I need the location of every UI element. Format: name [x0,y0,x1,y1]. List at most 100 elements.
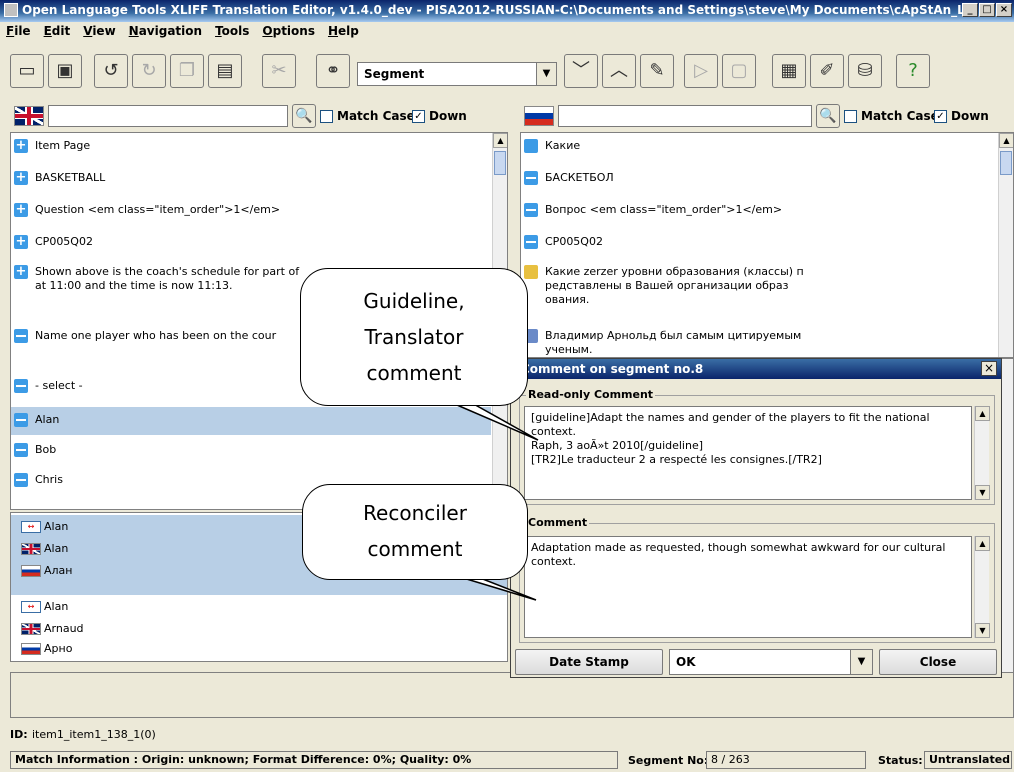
segment-no-label: Segment No: [628,754,709,767]
target-down-checkbox[interactable]: ✓ Down [934,109,989,123]
dialog-close-icon[interactable]: × [981,361,997,376]
search-icon: 🔍 [295,108,313,124]
paste-button[interactable]: ▤ [208,54,242,88]
list-item[interactable]: Владимир Арнольд был самым цитируемым уч… [521,327,991,357]
readonly-comment-label: Read-only Comment [526,388,656,401]
menu-options[interactable]: Options [256,22,322,38]
source-down-checkbox[interactable]: ✓ Down [412,109,467,123]
scroll-up-icon[interactable]: ▲ [999,133,1013,148]
segment-select[interactable]: Segment ▼ [357,62,557,86]
collapse-icon [14,379,28,393]
clear-target-button[interactable]: ▢ [722,54,756,88]
list-item[interactable]: Bob [11,439,491,465]
redo-icon: ↻ [141,60,157,81]
uk-flag-icon [21,623,41,635]
ok-select-value: OK [676,655,696,669]
database-button[interactable]: ⛁ [848,54,882,88]
scroll-thumb[interactable] [1000,151,1012,175]
undo-icon: ↺ [103,60,119,81]
undo-button[interactable]: ↺ [94,54,128,88]
copy-source-button[interactable]: ▷ [684,54,718,88]
menu-view[interactable]: View [77,22,122,38]
menu-file[interactable]: File [0,22,38,38]
table-button[interactable]: ▦ [772,54,806,88]
readonly-comment-text: [guideline]Adapt the names and gender of… [524,406,972,500]
match-info: Match Information : Origin: unknown; For… [10,751,618,769]
list-item[interactable]: + BASKETBALL [11,169,491,195]
scroll-down-icon[interactable]: ▼ [975,485,990,500]
save-button[interactable]: ▣ [48,54,82,88]
menu-navigation[interactable]: Navigation [123,22,209,38]
scroll-up-icon[interactable]: ▲ [493,133,507,148]
cut-button[interactable]: ✂ [262,54,296,88]
segment-no-value: 8 / 263 [706,751,866,769]
open-button[interactable]: ▭ [10,54,44,88]
status-bar: Match Information : Origin: unknown; For… [0,748,1014,772]
readonly-scrollbar[interactable]: ▲ ▼ [974,406,990,500]
ok-select[interactable]: OK ▼ [669,649,873,675]
up-chevron-icon: ︿ [610,60,628,81]
find-button[interactable]: ⚭ [316,54,350,88]
list-item[interactable]: + CP005Q02 [11,233,491,259]
ru-flag-icon [524,106,554,126]
list-item[interactable]: Какие [521,137,991,163]
comment-scrollbar[interactable]: ▲ ▼ [974,536,990,638]
next-segment-button[interactable]: ﹀ [564,54,598,88]
source-search-input[interactable] [48,105,288,127]
down-chevron-icon: ﹀ [572,60,590,81]
menu-edit[interactable]: Edit [38,22,78,38]
scroll-up-icon[interactable]: ▲ [975,406,990,421]
target-search-input[interactable] [558,105,812,127]
mark-button[interactable]: ✐ [810,54,844,88]
collapse-icon [14,473,28,487]
id-value: item1_item1_138_1(0) [32,728,156,741]
date-stamp-button[interactable]: Date Stamp [515,649,663,675]
collapse-icon [524,235,538,249]
expand-icon: + [14,138,28,153]
menu-tools[interactable]: Tools [209,22,256,38]
expand-icon: + [14,202,28,217]
list-item[interactable]: Вопрос <em class="item_order">1</em> [521,201,991,227]
id-label: ID: [10,728,28,741]
minimize-button[interactable]: _ [962,3,978,17]
scroll-thumb[interactable] [494,151,506,175]
target-search-button[interactable]: 🔍 [816,104,840,128]
comment-textarea[interactable]: Adaptation made as requested, though som… [524,536,972,638]
target-match-case-checkbox[interactable]: Match Case [844,109,939,123]
scroll-up-icon[interactable]: ▲ [975,536,990,551]
target-scrollbar[interactable]: ▲ [998,133,1013,357]
target-find-bar: 🔍 Match Case ✓ Down [520,102,1014,130]
edit-area[interactable] [10,672,1014,718]
expand-icon: + [14,170,28,185]
help-button[interactable]: ? [896,54,930,88]
list-item[interactable]: + Question <em class="item_order">1</em> [11,201,491,227]
collapse-icon [524,171,538,185]
dialog-close-button[interactable]: Close [879,649,997,675]
scroll-down-icon[interactable]: ▼ [975,623,990,638]
source-search-button[interactable]: 🔍 [292,104,316,128]
clear-icon: ▢ [730,60,748,81]
id-bar: ID: item1_item1_138_1(0) [0,724,1014,744]
menu-help[interactable]: Help [322,22,366,38]
source-match-case-checkbox[interactable]: Match Case [320,109,415,123]
close-window-button[interactable]: × [996,3,1012,17]
chevron-down-icon: ▼ [536,63,556,85]
collapse-icon [524,203,538,217]
list-item[interactable]: БАСКЕТБОЛ [521,169,991,195]
list-item[interactable]: Какие zerzer уровни образования (классы)… [521,263,991,313]
list-item-selected[interactable]: Alan [11,407,491,435]
comment-group: Comment Adaptation made as requested, th… [519,516,995,643]
binoculars-icon: ⚭ [325,60,341,81]
cut-icon: ✂ [271,60,287,81]
readonly-comment-group: Read-only Comment [guideline]Adapt the n… [519,388,995,505]
redo-button[interactable]: ↻ [132,54,166,88]
open-folder-icon: ▭ [18,60,36,81]
prev-segment-button[interactable]: ︿ [602,54,636,88]
dialog-title: Comment on segment no.8 [511,359,1001,379]
edit-comment-button[interactable]: ✎ [640,54,674,88]
copy-button[interactable]: ❐ [170,54,204,88]
maximize-button[interactable]: □ [979,3,995,17]
list-item[interactable]: CP005Q02 [521,233,991,259]
list-item[interactable]: + Item Page [11,137,491,163]
pencil-icon [524,265,538,279]
